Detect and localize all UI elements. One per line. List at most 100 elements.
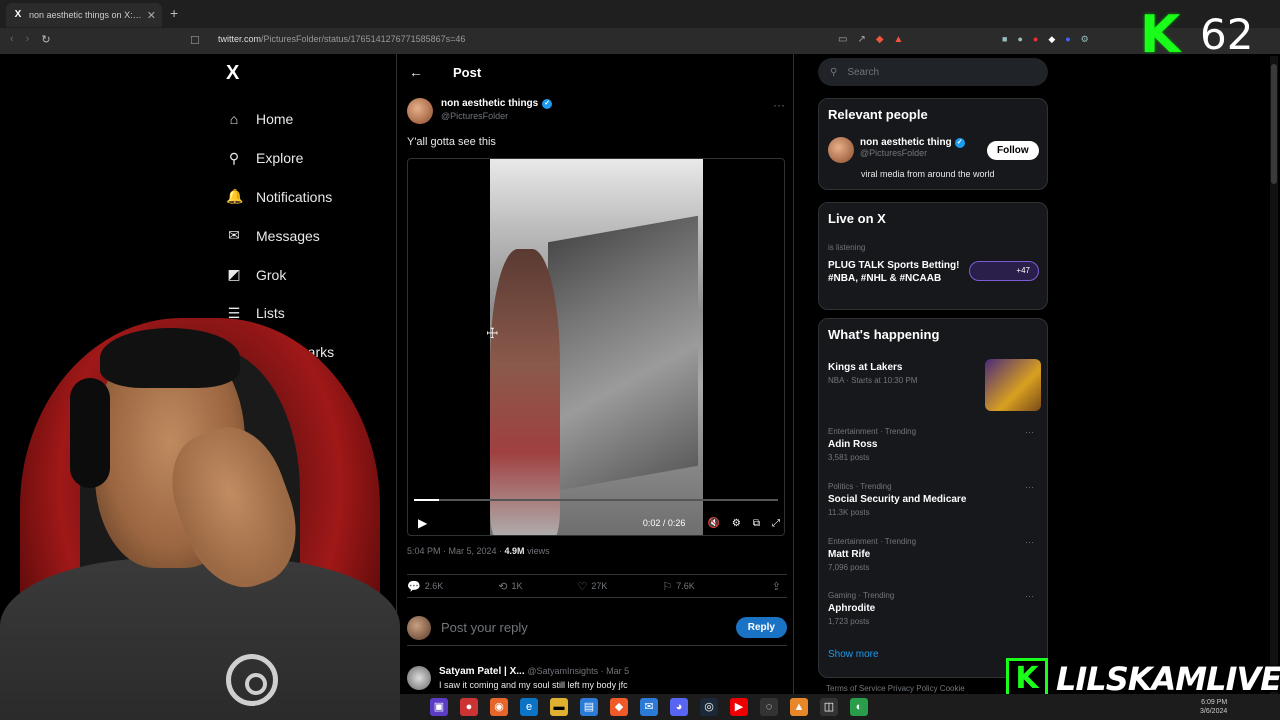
- avatar[interactable]: [407, 615, 431, 640]
- listener-avatars[interactable]: +47: [969, 261, 1039, 281]
- video-player[interactable]: ▶ 0:02 / 0:26 🔇 ⚙ ⧉ ⤢: [407, 158, 785, 536]
- reply-author-name[interactable]: Satyam Patel | X...: [439, 666, 525, 677]
- views-label: views: [524, 546, 550, 556]
- trend-count: 3,581 posts: [828, 453, 870, 462]
- app-1-icon[interactable]: ▣: [430, 698, 448, 716]
- footer-links[interactable]: Terms of Service Privacy Policy Cookie: [826, 684, 965, 693]
- like-action[interactable]: ♡ 27K: [577, 580, 607, 593]
- listening-text: is listening: [828, 243, 866, 252]
- mute-icon[interactable]: 🔇: [707, 518, 719, 529]
- extension-1-icon[interactable]: ■: [1002, 34, 1007, 45]
- edge-icon[interactable]: e: [520, 698, 538, 716]
- trend-thumbnail[interactable]: [985, 359, 1041, 411]
- avatar[interactable]: [407, 666, 431, 690]
- sidebar-item-home[interactable]: ⌂ Home: [226, 100, 334, 139]
- person-handle[interactable]: @PicturesFolder: [860, 148, 965, 158]
- bell-icon: 🔔: [226, 188, 244, 205]
- video-progress-fill: [414, 499, 440, 501]
- author-handle[interactable]: @PicturesFolder: [441, 111, 552, 121]
- sidebar-item-notifications[interactable]: 🔔 Notifications: [226, 178, 334, 217]
- youtube-icon[interactable]: ▶: [730, 698, 748, 716]
- app-15-icon[interactable]: ◐: [850, 698, 868, 716]
- reply-action[interactable]: 💬 2.6K: [407, 580, 443, 593]
- app-14-icon[interactable]: ◫: [820, 698, 838, 716]
- settings-gear-icon[interactable]: ⚙: [732, 518, 741, 529]
- mail-app-icon[interactable]: ✉: [640, 698, 658, 716]
- reply-button[interactable]: Reply: [735, 617, 787, 638]
- brave-icon[interactable]: ◆: [610, 698, 628, 716]
- screen-cast-icon[interactable]: ▭: [838, 34, 847, 45]
- app-2-icon[interactable]: ●: [460, 698, 478, 716]
- back-arrow-icon[interactable]: ←: [409, 64, 423, 80]
- repost-action[interactable]: ⟲ 1K: [498, 580, 522, 593]
- share-icon[interactable]: ⇪: [772, 580, 781, 593]
- repost-count: 1K: [511, 581, 523, 591]
- obs-icon[interactable]: ◌: [760, 698, 778, 716]
- relevant-people-title: Relevant people: [828, 107, 928, 122]
- extension-3-icon[interactable]: ●: [1033, 34, 1038, 45]
- space-title[interactable]: PLUG TALK Sports Betting! #NBA, #NHL & #…: [828, 259, 968, 285]
- post-timestamp[interactable]: 5:04 PM · Mar 5, 2024 ·: [407, 546, 505, 556]
- back-nav-icon[interactable]: ‹: [10, 33, 14, 46]
- page-scrollbar[interactable]: [1270, 56, 1278, 696]
- brave-shield-icon[interactable]: ◆: [876, 34, 884, 45]
- author-name[interactable]: non aesthetic things: [441, 98, 538, 109]
- app-3-icon[interactable]: ◉: [490, 698, 508, 716]
- x-favicon-icon: X: [14, 9, 22, 20]
- trend-item[interactable]: Entertainment · Trending Adin Ross 3,581…: [828, 427, 1040, 462]
- trend-more-icon[interactable]: ···: [1025, 537, 1034, 547]
- reload-icon[interactable]: ↻: [41, 33, 50, 46]
- bookmark-action[interactable]: ⚐ 7.6K: [662, 580, 694, 593]
- play-icon[interactable]: ▶: [418, 516, 427, 530]
- video-progress-bar[interactable]: [414, 499, 778, 501]
- more-options-icon[interactable]: ···: [773, 98, 785, 112]
- avatar[interactable]: [407, 98, 433, 124]
- search-input[interactable]: ⚲ Search: [818, 58, 1048, 86]
- sidebar-item-grok[interactable]: ◩ Grok: [226, 255, 334, 294]
- system-clock[interactable]: 6:09 PM 3/6/2024: [1200, 698, 1227, 716]
- follow-button[interactable]: Follow: [987, 141, 1039, 160]
- bookmark-icon[interactable]: ☐: [190, 34, 200, 47]
- url-host: twitter.com: [218, 34, 262, 44]
- extension-6-icon[interactable]: ⚙: [1081, 34, 1089, 45]
- app-13-icon[interactable]: ▲: [790, 698, 808, 716]
- folder-icon[interactable]: ▬: [550, 698, 568, 716]
- trend-more-icon[interactable]: ···: [1025, 591, 1034, 601]
- browser-tab[interactable]: X non aesthetic things on X: "Y'all ✕: [6, 3, 162, 27]
- trend-more-icon[interactable]: ···: [1025, 482, 1034, 492]
- view-count: 4.9M: [504, 546, 525, 556]
- share-page-icon[interactable]: ↗: [857, 34, 865, 45]
- x-logo[interactable]: X: [226, 62, 239, 85]
- extension-2-icon[interactable]: ●: [1017, 34, 1022, 45]
- post-author[interactable]: non aesthetic things ✓ @PicturesFolder: [407, 98, 553, 124]
- trend-item[interactable]: Entertainment · Trending Matt Rife 7,096…: [828, 537, 1040, 572]
- url-field[interactable]: twitter.com/PicturesFolder/status/176514…: [218, 34, 465, 44]
- os-taskbar: ▣ ● ◉ e ▬ ▤ ◆ ✉ ◕ ◎ ▶ ◌ ▲ ◫ ◐: [400, 694, 1280, 720]
- picture-in-picture-icon[interactable]: ⧉: [753, 518, 760, 529]
- app-6-icon[interactable]: ▤: [580, 698, 598, 716]
- tab-close-icon[interactable]: ✕: [147, 9, 156, 22]
- reply-item[interactable]: Satyam Patel | X... @SatyamInsights · Ma…: [407, 666, 629, 690]
- scrollbar-thumb[interactable]: [1271, 64, 1277, 184]
- forward-nav-icon[interactable]: ›: [26, 33, 30, 46]
- person-name[interactable]: non aesthetic thing: [860, 137, 952, 148]
- discord-icon[interactable]: ◕: [670, 698, 688, 716]
- clock-date: 3/6/2024: [1200, 708, 1228, 715]
- extension-5-icon[interactable]: ●: [1065, 34, 1070, 45]
- fullscreen-icon[interactable]: ⤢: [772, 518, 780, 529]
- trend-item[interactable]: Politics · Trending Social Security and …: [828, 482, 1040, 517]
- sidebar-item-explore[interactable]: ⚲ Explore: [226, 139, 334, 178]
- brave-rewards-icon[interactable]: ▲: [894, 34, 904, 45]
- streamer-name: LILSKAMLIVE: [1056, 660, 1280, 698]
- reply-input[interactable]: Post your reply: [441, 620, 528, 635]
- reply-author-handle[interactable]: @SatyamInsights · Mar 5: [527, 666, 629, 676]
- show-more-link[interactable]: Show more: [828, 649, 879, 660]
- trend-item[interactable]: Gaming · Trending Aphrodite 1,723 posts …: [828, 591, 1040, 626]
- steam-icon[interactable]: ◎: [700, 698, 718, 716]
- extension-4-icon[interactable]: ◆: [1048, 34, 1055, 45]
- avatar[interactable]: [828, 137, 854, 163]
- sidebar-item-messages[interactable]: ✉ Messages: [226, 216, 334, 255]
- new-tab-button[interactable]: +: [170, 5, 178, 21]
- crosshair-logo-icon: [226, 654, 278, 706]
- trend-more-icon[interactable]: ···: [1025, 427, 1034, 437]
